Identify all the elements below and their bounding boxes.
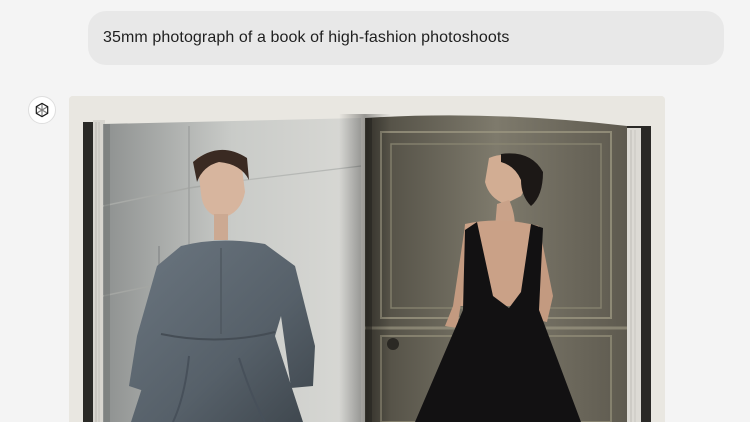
openai-logo-icon	[35, 102, 49, 118]
generated-image[interactable]	[69, 96, 665, 422]
user-message-bubble: 35mm photograph of a book of high-fashio…	[88, 11, 724, 65]
assistant-avatar	[28, 96, 56, 124]
photobook-illustration	[69, 96, 665, 422]
user-message-text: 35mm photograph of a book of high-fashio…	[103, 29, 510, 46]
